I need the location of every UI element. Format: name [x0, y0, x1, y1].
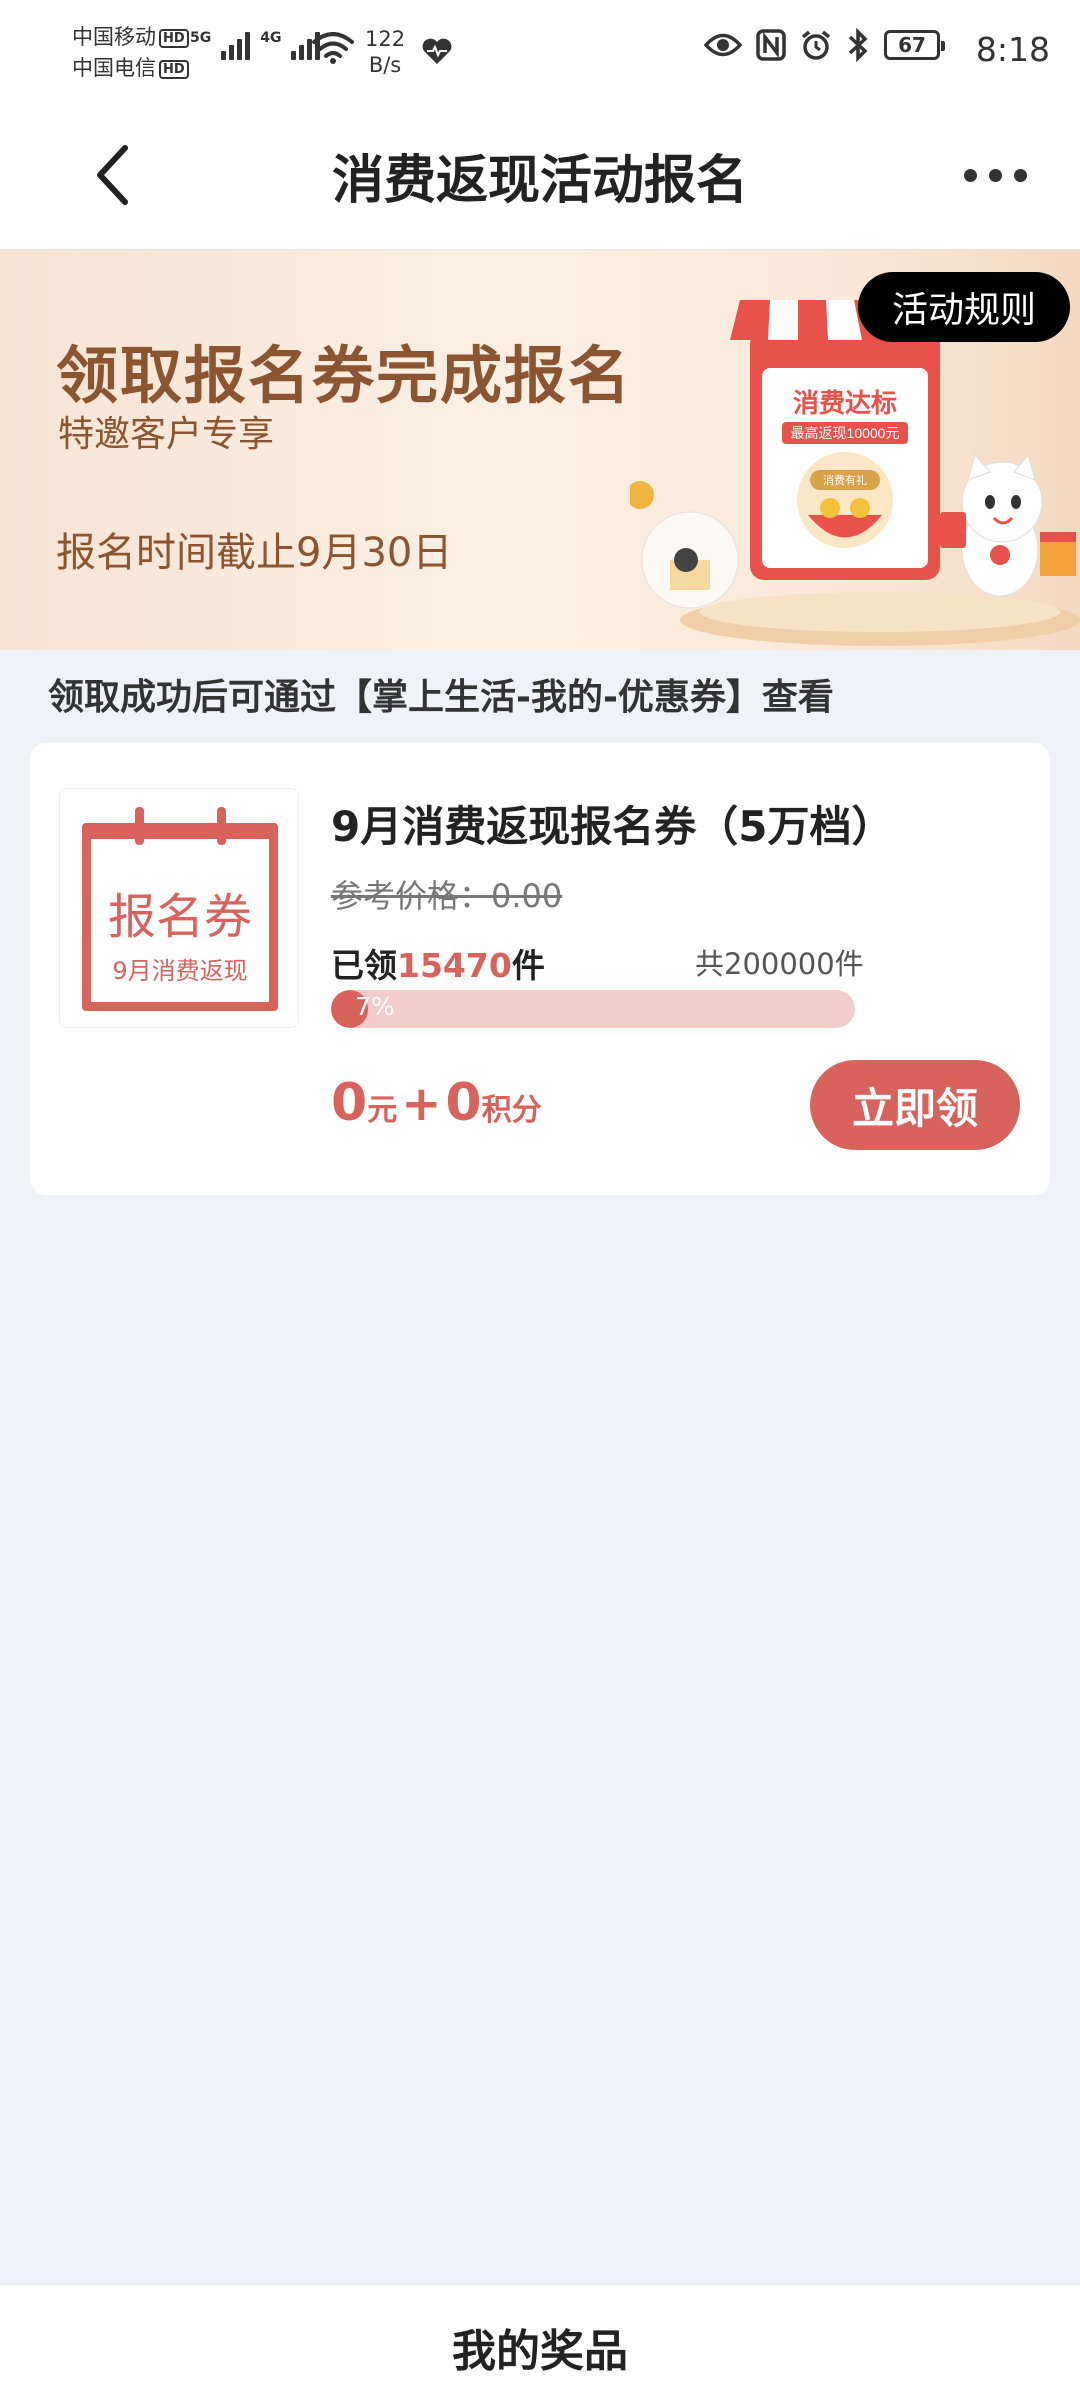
thumbnail-subtitle: 9月消费返现: [112, 957, 248, 985]
status-right-icons: 67: [704, 28, 945, 62]
alarm-icon: [801, 30, 831, 60]
signal-2-label: 4G: [260, 30, 282, 46]
hd-badge: HD: [159, 60, 189, 79]
signal-1-label: 5G: [190, 30, 212, 46]
progress-label: 7%: [355, 992, 395, 1021]
art-sign-sub: 最高返现10000元: [791, 425, 900, 441]
my-prizes-button[interactable]: 我的奖品: [0, 2315, 1080, 2379]
heart-health-icon: [422, 38, 452, 64]
coupon-thumbnail: 报名券 9月消费返现: [59, 788, 299, 1028]
claimed-number: 15470: [397, 946, 512, 985]
carrier-info: 中国移动 HD 中国电信 HD: [72, 22, 189, 84]
banner-subtitle: 特邀客户专享: [58, 414, 275, 455]
banner-deadline: 报名时间截止9月30日: [56, 530, 453, 576]
thumbnail-title: 报名券: [107, 889, 252, 945]
nfc-icon: [756, 29, 786, 61]
art-sign-title: 消费达标: [793, 388, 897, 418]
banner-title: 领取报名券完成报名: [56, 339, 633, 412]
bottom-bar: 我的奖品: [0, 2284, 1080, 2400]
claim-progress-bar: 7%: [331, 990, 855, 1028]
total-count: 共200000件: [695, 947, 864, 981]
claim-now-button[interactable]: 立即领: [810, 1060, 1020, 1150]
bluetooth-icon: [848, 28, 868, 62]
coupon-name: 9月消费返现报名券（5万档）: [331, 802, 894, 851]
claimed-count: 已领15470件: [331, 939, 545, 987]
carrier-2-label: 中国电信: [72, 56, 156, 80]
hd-badge: HD: [159, 29, 189, 48]
page-title: 消费返现活动报名: [331, 151, 748, 211]
price-cash: 0: [331, 1073, 368, 1133]
claimed-suffix: 件: [511, 946, 545, 985]
activity-rules-button[interactable]: 活动规则: [858, 272, 1070, 342]
claim-hint: 领取成功后可通过【掌上生活-我的-优惠券】查看: [48, 677, 834, 718]
wifi-icon: [312, 32, 354, 64]
carrier-1-label: 中国移动: [72, 25, 156, 49]
status-bar: 中国移动 HD 中国电信 HD 5G 4G 122 B/s 67 8:18: [0, 0, 1080, 100]
more-dots-icon[interactable]: [960, 160, 1030, 190]
price-points-unit: 积分: [481, 1093, 542, 1128]
calendar-icon: 报名券 9月消费返现: [82, 807, 278, 1011]
coupon-price: 0 元 + 0 积分: [331, 1073, 542, 1133]
claimed-prefix: 已领: [331, 946, 397, 985]
network-speed: 122 B/s: [365, 26, 405, 78]
activity-banner: 领取报名券完成报名 特邀客户专享 报名时间截止9月30日 消费达标 最高返现10…: [0, 250, 1080, 650]
reference-price: 参考价格：0.00: [331, 877, 563, 915]
nav-bar: 消费返现活动报名: [0, 100, 1080, 250]
battery-icon: 67: [884, 30, 945, 60]
signal-1-icon: [221, 30, 251, 60]
network-speed-unit: B/s: [368, 53, 402, 77]
signal-indicators: 5G 4G: [190, 30, 321, 60]
price-cash-unit: 元: [367, 1093, 398, 1128]
art-sign-tag: 消费有礼: [823, 473, 867, 487]
price-points: 0: [445, 1073, 482, 1133]
eye-icon: [704, 33, 742, 57]
clock: 8:18: [975, 30, 1050, 69]
price-plus: +: [401, 1076, 442, 1132]
network-speed-value: 122: [365, 27, 406, 51]
coupon-card: 报名券 9月消费返现 9月消费返现报名券（5万档） 参考价格：0.00 已领15…: [30, 743, 1050, 1195]
